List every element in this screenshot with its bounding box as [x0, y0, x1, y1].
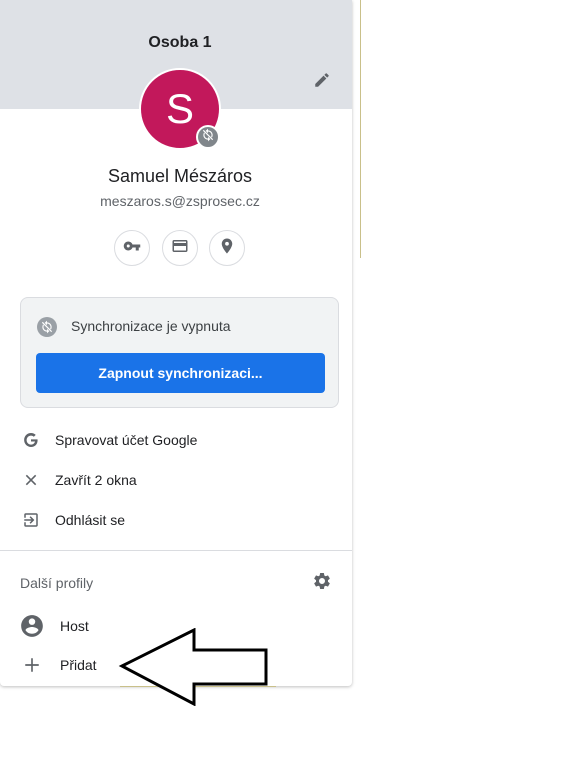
payment-methods-button[interactable] — [162, 230, 198, 266]
other-profiles-heading: Další profily — [20, 575, 94, 591]
close-icon — [21, 470, 41, 490]
menu-item-sign-out[interactable]: Odhlásit se — [0, 501, 352, 539]
plus-icon — [19, 652, 45, 678]
sync-card: Synchronizace je vypnuta Zapnout synchro… — [20, 297, 339, 408]
menu-item-close-windows[interactable]: Zavřít 2 okna — [0, 461, 352, 499]
pencil-icon — [313, 71, 331, 94]
gear-icon — [312, 571, 332, 596]
menu-item-label: Spravovat účet Google — [55, 432, 198, 448]
sync-off-badge — [196, 125, 220, 149]
profile-row-label: Host — [60, 618, 89, 634]
menu-item-manage-account[interactable]: Spravovat účet Google — [0, 421, 352, 459]
user-name: Samuel Mészáros — [107, 166, 253, 186]
account-circle-icon — [19, 613, 45, 639]
edit-profile-button[interactable] — [309, 69, 335, 95]
addresses-button[interactable] — [209, 230, 245, 266]
user-email: meszaros.s@zsprosec.cz — [100, 193, 260, 209]
profile-title: Osoba 1 — [148, 34, 212, 51]
google-g-icon — [21, 430, 41, 450]
location-pin-icon — [218, 237, 236, 260]
divider — [0, 550, 352, 551]
sync-disabled-icon — [37, 317, 57, 337]
window-edge-line — [360, 0, 361, 258]
sync-disabled-icon — [201, 128, 215, 147]
menu-item-label: Odhlásit se — [55, 512, 126, 528]
passwords-button[interactable] — [114, 230, 150, 266]
profile-row-label: Přidat — [60, 657, 97, 673]
key-icon — [123, 237, 141, 260]
profile-menu-panel: Osoba 1 S Samuel Mészáros meszaros.s@zsp… — [0, 0, 352, 686]
menu-item-label: Zavřít 2 okna — [55, 472, 137, 488]
turn-on-sync-button[interactable]: Zapnout synchronizaci... — [36, 353, 325, 393]
credit-card-icon — [171, 237, 189, 260]
sync-status-text: Synchronizace je vypnuta — [71, 318, 231, 334]
sign-out-icon — [21, 510, 41, 530]
manage-profiles-button[interactable] — [310, 571, 334, 595]
left-arrow-annotation — [118, 628, 268, 706]
avatar-letter: S — [165, 85, 194, 132]
